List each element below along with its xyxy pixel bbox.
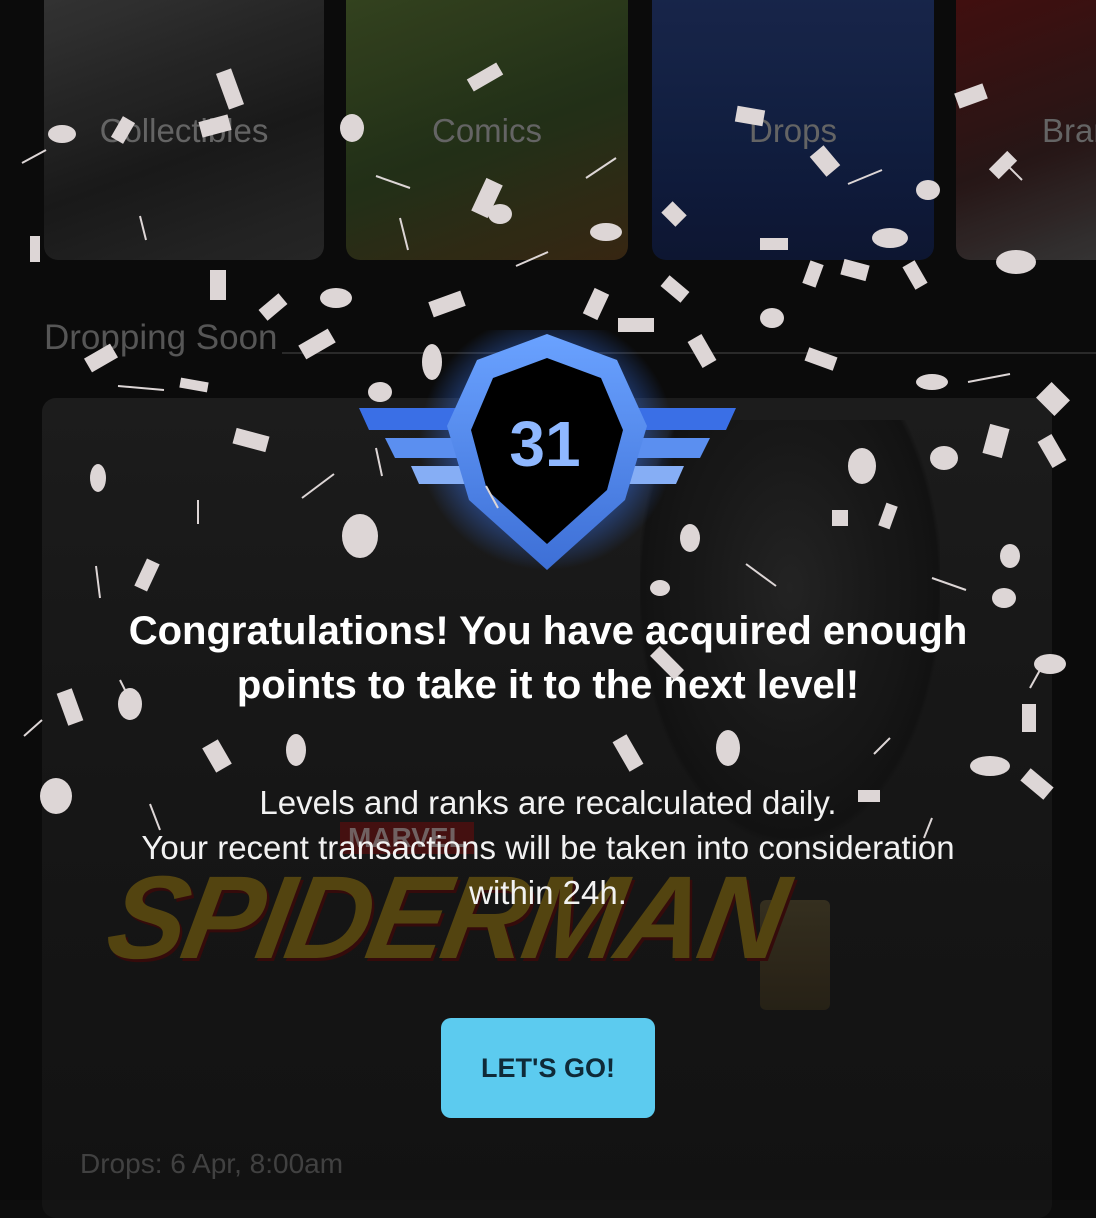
headline-line: Congratulations! You have acquired enoug… [128, 609, 968, 653]
lets-go-button[interactable]: LET'S GO! [441, 1018, 655, 1118]
info-line: within 24h. [469, 874, 627, 911]
info-text: Levels and ranks are recalculated daily.… [60, 780, 1036, 915]
level-badge-icon: 31 [359, 330, 736, 570]
headline-line: points to take it to the next level! [236, 663, 860, 707]
info-line: Levels and ranks are recalculated daily. [259, 784, 837, 821]
info-line: Your recent transactions will be taken i… [141, 829, 955, 866]
congrats-headline: Congratulations! You have acquired enoug… [60, 604, 1036, 712]
level-number: 31 [509, 408, 580, 480]
